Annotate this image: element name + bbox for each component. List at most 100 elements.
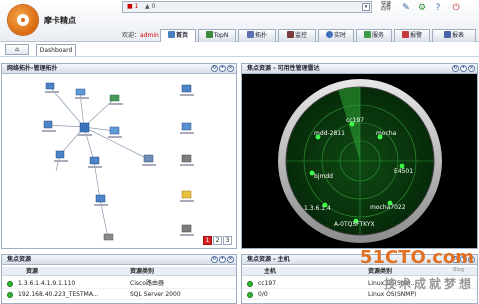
home-button[interactable]: ⌂ (5, 44, 29, 55)
settings-icon[interactable]: • (460, 256, 467, 263)
panel-controls: ↻ • × (451, 65, 475, 73)
close-icon[interactable]: × (468, 256, 475, 263)
server-icon (180, 154, 194, 166)
radar-label-host: A-0TQ5FTKYX (334, 221, 375, 228)
workspace-tabbar: ⌂ Dashboard (0, 43, 479, 57)
close-icon[interactable]: × (227, 256, 234, 263)
table-header: 资源 资源类别 (2, 267, 236, 276)
radar-label-oid: 1.3.6.1.4 (304, 205, 331, 212)
exit-icon[interactable]: ⏻ (450, 2, 462, 14)
radar-label-mocha7022: mocha7022 (370, 204, 406, 211)
alarm-icon (401, 31, 409, 38)
nav-tab-home[interactable]: 首页 (160, 29, 196, 42)
server-icon (180, 224, 194, 236)
welcome-text: 欢迎：admin (122, 32, 159, 39)
radar-label-e4501: E4501 (394, 168, 413, 175)
focus-hosts-panel: 焦点资源 - 主机 ↻ • × 主机 资源类别 cc197 Linux OS(SNM… (241, 254, 478, 304)
brand-name: 摩卡精点 (44, 16, 76, 25)
topology-icon (246, 31, 254, 38)
availability-radar-panel: 焦点资源 - 可用性管理雷达 ↻ • × cc197 mdd-2811 moch… (241, 63, 478, 249)
panel-controls: ↻ • × (210, 256, 234, 264)
close-icon[interactable]: × (468, 65, 475, 72)
network-device-icon (88, 156, 102, 168)
warning-alarm-count: ▲ 0 (145, 3, 156, 10)
service-icon (363, 31, 371, 38)
edit-icon[interactable]: ✎ (400, 2, 412, 14)
table-row[interactable]: cc197 Linux OS(SNM... (242, 279, 477, 289)
panel-controls: ↻ • × (210, 65, 234, 73)
topology-nodes (42, 82, 194, 241)
column-header-host[interactable]: 主机 (264, 267, 276, 276)
settings-icon[interactable]: • (460, 65, 467, 72)
logo (8, 5, 38, 35)
network-device-icon (75, 88, 89, 99)
chevron-down-icon[interactable]: ▾ (362, 3, 370, 11)
topology-panel-title: 网络拓扑-管理拓扑 ↻ • × (2, 64, 236, 74)
radar-label-mdd-2811: mdd-2811 (314, 130, 345, 137)
network-device-icon (94, 194, 108, 206)
network-device-icon (142, 154, 156, 166)
settings-icon[interactable]: • (219, 256, 226, 263)
tab-dashboard[interactable]: Dashboard (36, 44, 76, 56)
header-toolbar: 快速 向导 ✎ ⚙ ? ⏻ (378, 2, 478, 16)
nav-tab-monitor[interactable]: 监控 (278, 29, 316, 42)
nav-tab-topn[interactable]: TopN (198, 29, 236, 42)
home-icon (167, 31, 175, 38)
help-icon[interactable]: ? (432, 2, 444, 14)
page-1-button[interactable]: 1 (203, 236, 212, 245)
page-2-button[interactable]: 2 (213, 236, 222, 245)
nav-tab-service[interactable]: 服务 (356, 29, 392, 42)
close-icon[interactable]: × (227, 65, 234, 72)
table-row[interactable]: 1.3.6.1.4.1.9.1.110 Cisco路由器 (2, 279, 236, 289)
network-device-icon (78, 122, 92, 136)
network-device-icon (42, 120, 56, 132)
panel-controls: ↻ • × (451, 256, 475, 264)
table-row[interactable]: 0/0 Linux OS(SNMP) (242, 290, 477, 300)
critical-alarm-count: ■ 1 (127, 3, 139, 10)
status-ok-icon (247, 281, 253, 287)
topology-panel: 网络拓扑-管理拓扑 ↻ • × 1 2 3 (1, 63, 237, 249)
focus-hosts-title: 焦点资源 - 主机 ↻ • × (242, 255, 477, 265)
realtime-icon (325, 31, 333, 38)
nav-tab-topology[interactable]: 拓扑 (238, 29, 276, 42)
app-window: 摩卡精点 ■ 1 ▲ 0 ▾ 快速 向导 ✎ ⚙ ? ⏻ 欢迎：admin 首页 … (0, 0, 479, 304)
network-device-icon (54, 150, 68, 162)
radar-display[interactable]: cc197 mdd-2811 mocha bjmdd E4501 1.3.6.1… (242, 75, 477, 248)
radar-label-bjmdd: bjmdd (314, 173, 333, 180)
nav-tab-alarm[interactable]: 报警 (394, 29, 430, 42)
table-header: 主机 资源类别 (242, 267, 477, 276)
refresh-icon[interactable]: ↻ (452, 65, 459, 72)
network-device-icon (45, 82, 59, 93)
alarm-status-bar[interactable]: ■ 1 ▲ 0 ▾ (122, 1, 372, 13)
nav-tab-realtime[interactable]: 实时 (318, 29, 354, 42)
radar-label-cc197: cc197 (346, 117, 364, 124)
topology-pager: 123 (202, 236, 232, 245)
server-icon (180, 84, 194, 96)
settings-icon[interactable]: • (219, 65, 226, 72)
header: 摩卡精点 ■ 1 ▲ 0 ▾ 快速 向导 ✎ ⚙ ? ⏻ 欢迎：admin 首页 … (0, 0, 479, 42)
network-device-icon (109, 94, 123, 105)
radar-label-mocha: mocha (376, 130, 397, 137)
status-ok-icon (7, 292, 13, 298)
status-ok-icon (7, 281, 13, 287)
refresh-icon[interactable]: ↻ (452, 256, 459, 263)
column-header-type[interactable]: 资源类别 (130, 267, 154, 276)
nav-tab-report[interactable]: 报表 (432, 29, 476, 42)
topn-icon (205, 31, 213, 38)
config-icon[interactable]: ⚙ (416, 2, 428, 14)
topology-map[interactable] (2, 75, 237, 247)
refresh-icon[interactable]: ↻ (211, 65, 218, 72)
report-icon (443, 31, 451, 38)
radar-view[interactable]: cc197 mdd-2811 mocha bjmdd E4501 1.3.6.1… (242, 75, 477, 248)
column-header-type[interactable]: 资源类别 (368, 267, 392, 276)
quick-start-icon[interactable]: 快速 向导 (378, 2, 394, 14)
username: admin (140, 32, 159, 39)
network-device-icon (108, 126, 122, 138)
refresh-icon[interactable]: ↻ (211, 256, 218, 263)
server-icon (180, 190, 194, 202)
page-3-button[interactable]: 3 (223, 236, 232, 245)
table-row[interactable]: 192.168.40.223_TESTMA... SQL Server 2000 (2, 290, 236, 300)
focus-resources-panel: 焦点资源 ↻ • × 资源 资源类别 1.3.6.1.4.1.9.1.110 Cis… (1, 254, 237, 304)
column-header-resource[interactable]: 资源 (26, 267, 38, 276)
focus-resources-title: 焦点资源 ↻ • × (2, 255, 236, 265)
